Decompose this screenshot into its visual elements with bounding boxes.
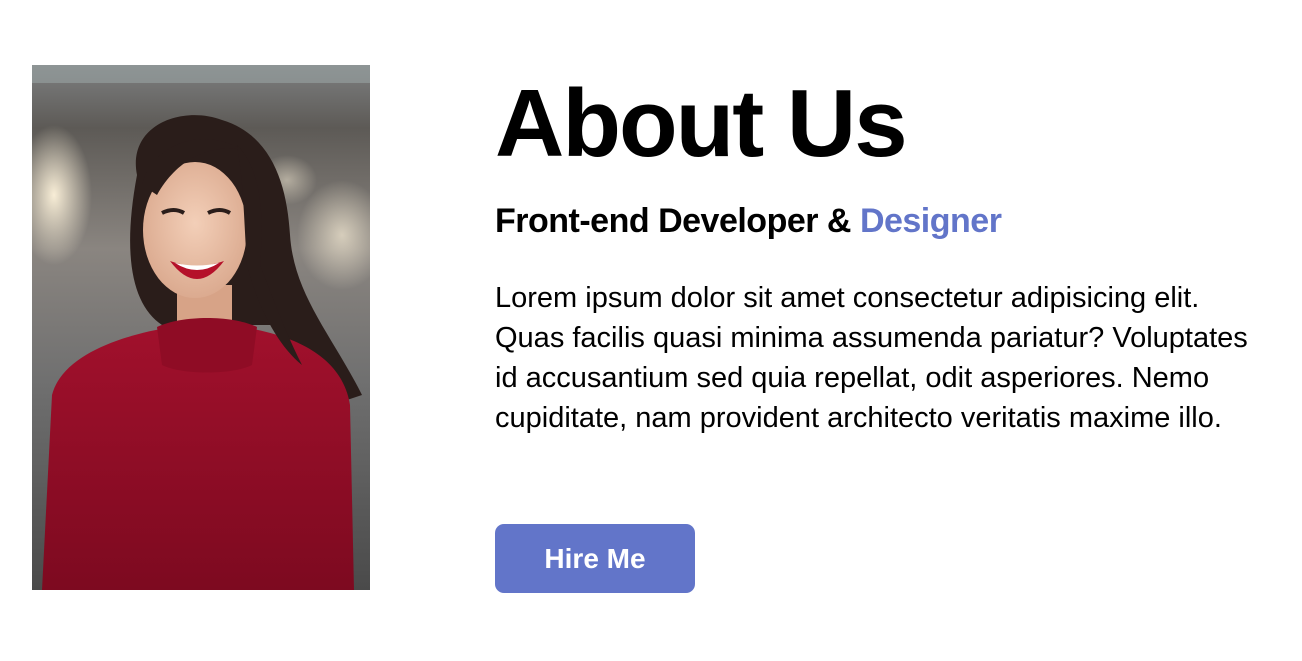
hire-me-button[interactable]: Hire Me (495, 524, 695, 593)
role-text: Front-end Developer & (495, 202, 860, 240)
about-description: Lorem ipsum dolor sit amet consectetur a… (495, 282, 1248, 434)
role-accent-text: Designer (859, 202, 1002, 240)
role-subheading: Front-end Developer & Designer (495, 200, 1285, 242)
about-section: About Us Front-end Developer & Designer … (0, 0, 1302, 661)
profile-photo (32, 65, 370, 590)
page-title: About Us (495, 70, 908, 177)
about-text-column: About Us Front-end Developer & Designer … (495, 70, 1285, 593)
